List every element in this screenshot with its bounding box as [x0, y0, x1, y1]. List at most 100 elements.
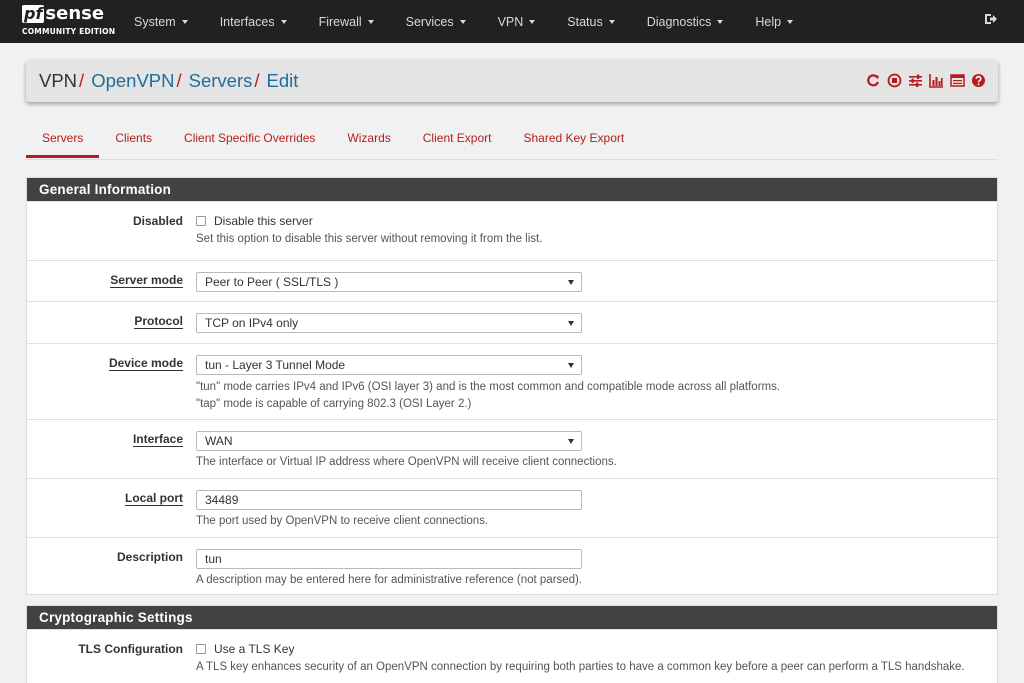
breadcrumb-vpn: VPN — [39, 70, 78, 91]
row-description: Description tun A description may be ent… — [27, 537, 997, 595]
nav-label: Status — [567, 14, 603, 29]
nav-label: Services — [405, 14, 454, 29]
nav-label: Interfaces — [219, 14, 275, 29]
breadcrumb-servers[interactable]: Servers — [189, 70, 253, 92]
nav-item-system[interactable]: System — [118, 0, 204, 43]
use-tls-key-checkbox[interactable]: Use a TLS Key — [196, 642, 997, 656]
help-text: The port used by OpenVPN to receive clie… — [196, 515, 489, 527]
label-local-port: Local port — [27, 479, 183, 537]
logo-edition: COMMUNITY EDITION — [22, 27, 116, 36]
tab-clients[interactable]: Clients — [99, 120, 168, 158]
tab-shared-key-export[interactable]: Shared Key Export — [507, 120, 640, 158]
nav-item-help[interactable]: Help — [739, 0, 809, 43]
select-value: WAN — [205, 434, 233, 448]
nav-label: System — [134, 14, 176, 29]
row-tls-configuration: TLS Configuration Use a TLS Key A TLS ke… — [27, 629, 997, 683]
nav-item-vpn[interactable]: VPN — [482, 0, 552, 43]
nav-menu: System Interfaces Firewall Services VPN … — [118, 0, 809, 43]
logo-pf: pf — [22, 4, 45, 23]
interface-select[interactable]: WAN — [196, 431, 582, 451]
row-protocol: Protocol TCP on IPv4 only — [27, 301, 997, 343]
breadcrumb: VPN / OpenVPN / Servers / Edit — [26, 60, 998, 102]
help-text: Set this option to disable this server w… — [196, 233, 543, 245]
nav-item-diagnostics[interactable]: Diagnostics — [631, 0, 740, 43]
dropdown-arrow-icon — [568, 280, 574, 285]
nav-label: VPN — [497, 14, 524, 29]
row-device-mode: Device mode tun - Layer 3 Tunnel Mode "t… — [27, 343, 997, 419]
help-text-tun: "tun" mode carries IPv4 and IPv6 (OSI la… — [196, 381, 781, 393]
row-interface: Interface WAN The interface or Virtual I… — [27, 419, 997, 478]
dropdown-arrow-icon — [568, 363, 574, 368]
breadcrumb-separator: / — [254, 70, 260, 91]
device-mode-select[interactable]: tun - Layer 3 Tunnel Mode — [196, 355, 582, 375]
tab-wizards[interactable]: Wizards — [331, 120, 406, 158]
help-text: The interface or Virtual IP address wher… — [196, 456, 617, 468]
nav-label: Diagnostics — [646, 14, 712, 29]
select-value: tun - Layer 3 Tunnel Mode — [205, 358, 346, 372]
label-server-mode: Server mode — [27, 261, 183, 301]
bar-chart-icon[interactable] — [929, 73, 944, 88]
protocol-select[interactable]: TCP on IPv4 only — [196, 313, 582, 333]
caret-down-icon — [529, 19, 536, 24]
server-mode-select[interactable]: Peer to Peer ( SSL/TLS ) — [196, 272, 582, 292]
checkbox-box[interactable] — [196, 216, 206, 226]
dropdown-arrow-icon — [568, 321, 574, 326]
list-table-icon[interactable] — [950, 73, 965, 88]
tab-bar: Servers Clients Client Specific Override… — [26, 120, 998, 160]
help-text: A description may be entered here for ad… — [196, 574, 583, 586]
stop-service-icon[interactable] — [887, 73, 902, 88]
label-text: Device mode — [108, 356, 183, 371]
nav-label: Help — [755, 14, 782, 29]
label-tls-configuration: TLS Configuration — [78, 642, 183, 656]
tab-servers[interactable]: Servers — [26, 120, 100, 158]
tab-client-export[interactable]: Client Export — [407, 120, 508, 158]
caret-down-icon — [717, 19, 724, 24]
description-input[interactable]: tun — [196, 549, 582, 569]
label-description: Description — [116, 550, 183, 564]
logout-icon[interactable] — [984, 12, 998, 26]
breadcrumb-actions — [866, 73, 986, 88]
nav-item-interfaces[interactable]: Interfaces — [204, 0, 303, 43]
breadcrumb-separator: / — [79, 70, 85, 91]
label-protocol: Protocol — [27, 302, 183, 343]
help-text: A TLS key enhances security of an OpenVP… — [196, 661, 965, 673]
caret-down-icon — [459, 19, 466, 24]
restart-service-icon[interactable] — [866, 73, 881, 88]
caret-down-icon — [608, 19, 615, 24]
label-text: Protocol — [134, 314, 183, 329]
panel-heading-general: General Information — [27, 178, 997, 201]
tab-client-specific-overrides[interactable]: Client Specific Overrides — [168, 120, 331, 158]
checkbox-label: Disable this server — [214, 214, 313, 228]
pfsense-logo[interactable]: pf sense COMMUNITY EDITION — [0, 0, 118, 43]
cryptographic-settings-panel: Cryptographic Settings TLS Configuration… — [26, 605, 998, 683]
breadcrumb-separator: / — [176, 70, 182, 91]
select-value: Peer to Peer ( SSL/TLS ) — [205, 275, 339, 289]
dropdown-arrow-icon — [568, 439, 574, 444]
checkbox-box[interactable] — [196, 644, 206, 654]
sliders-icon[interactable] — [908, 73, 923, 88]
help-text-tap: "tap" mode is capable of carrying 802.3 … — [196, 398, 472, 410]
nav-item-status[interactable]: Status — [551, 0, 630, 43]
top-navbar: pf sense COMMUNITY EDITION System Interf… — [0, 0, 1024, 43]
local-port-input[interactable]: 34489 — [196, 490, 582, 510]
caret-down-icon — [367, 19, 374, 24]
breadcrumb-openvpn[interactable]: OpenVPN — [91, 70, 174, 92]
caret-down-icon — [280, 19, 287, 24]
disable-server-checkbox[interactable]: Disable this server — [196, 214, 997, 228]
nav-label: Firewall — [318, 14, 362, 29]
help-icon[interactable] — [971, 73, 986, 88]
row-local-port: Local port 34489 The port used by OpenVP… — [27, 478, 997, 537]
nav-item-services[interactable]: Services — [390, 0, 482, 43]
label-disabled: Disabled — [132, 214, 183, 228]
label-text: Local port — [124, 491, 183, 506]
breadcrumb-edit[interactable]: Edit — [267, 70, 299, 92]
select-value: TCP on IPv4 only — [205, 316, 299, 330]
caret-down-icon — [181, 19, 188, 24]
label-text: Interface — [132, 432, 183, 447]
logo-sense: sense — [45, 3, 105, 24]
caret-down-icon — [787, 19, 794, 24]
panel-heading-crypto: Cryptographic Settings — [27, 606, 997, 629]
nav-item-firewall[interactable]: Firewall — [303, 0, 390, 43]
label-device-mode: Device mode — [27, 344, 183, 419]
checkbox-label: Use a TLS Key — [214, 642, 295, 656]
